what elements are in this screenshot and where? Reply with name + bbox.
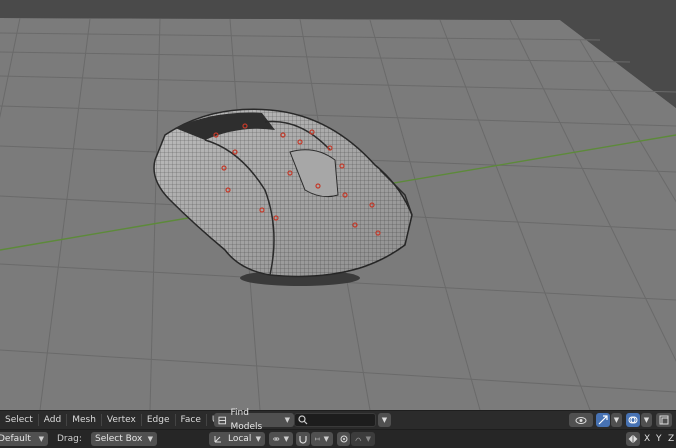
menu-face[interactable]: Face: [176, 412, 206, 428]
find-models-dropdown[interactable]: Find Models ▼: [214, 408, 294, 432]
overlays-icon: [628, 416, 638, 424]
drag-label: Drag:: [57, 434, 82, 444]
axis-y-toggle[interactable]: Y: [656, 432, 662, 446]
snap-element-dropdown[interactable]: ▼: [311, 432, 333, 446]
viewport-visibility-button[interactable]: [569, 413, 593, 427]
menu-vertex[interactable]: Vertex: [102, 412, 141, 428]
drag-dropdown[interactable]: Select Box ▼: [91, 432, 157, 446]
gizmo-icon: [598, 415, 608, 425]
chevron-down-icon: ▼: [255, 435, 261, 443]
axis-orientation-icon: [214, 436, 221, 443]
editor-header: Select Add Mesh Vertex Edge Face UV Find…: [0, 408, 676, 432]
snap-target-dropdown[interactable]: ▼: [269, 432, 293, 446]
link-icon: [273, 437, 280, 441]
chevron-down-icon: ▼: [283, 435, 289, 443]
chevron-down-icon: ▼: [38, 435, 44, 443]
menu-edge[interactable]: Edge: [142, 412, 175, 428]
search-input[interactable]: [294, 413, 376, 427]
falloff-dropdown[interactable]: ▼: [351, 432, 375, 446]
drag-value: Select Box: [95, 434, 143, 444]
3d-viewport[interactable]: [0, 0, 676, 448]
proportional-editing-button[interactable]: [337, 432, 350, 446]
xray-toggle-button[interactable]: [656, 413, 672, 427]
falloff-curve-icon: [355, 437, 362, 442]
menu-add[interactable]: Add: [39, 412, 66, 428]
gizmo-toggle-button[interactable]: [596, 413, 610, 427]
gizmo-options-button[interactable]: ▼: [611, 413, 622, 427]
menu-select[interactable]: Select: [0, 412, 38, 428]
axis-z-toggle[interactable]: Z: [668, 432, 674, 446]
chevron-down-icon: ▼: [323, 435, 329, 443]
mirror-toggle-button[interactable]: [626, 432, 640, 446]
chevron-down-icon: ▼: [643, 416, 650, 424]
mirror-icon: [628, 435, 638, 443]
chevron-down-icon: ▼: [381, 416, 388, 424]
overlays-toggle-button[interactable]: [626, 413, 640, 427]
xray-icon: [659, 415, 669, 425]
chevron-down-icon: ▼: [284, 416, 290, 424]
overlays-options-button[interactable]: ▼: [641, 413, 652, 427]
snapping-toggle-button[interactable]: [296, 432, 310, 446]
chevron-down-icon: ▼: [365, 435, 371, 443]
search-options-button[interactable]: ▼: [378, 413, 391, 427]
eye-icon: [575, 416, 587, 424]
menu-mesh[interactable]: Mesh: [67, 412, 101, 428]
orientation-dropdown[interactable]: Default ▼: [0, 432, 48, 446]
chevron-down-icon: ▼: [613, 416, 620, 424]
transform-orientation-dropdown[interactable]: Local ▼: [209, 432, 265, 446]
axis-x-toggle[interactable]: X: [644, 432, 650, 446]
chevron-down-icon: ▼: [147, 435, 153, 443]
orientation-label: Default: [0, 434, 31, 444]
tool-settings-bar: Default ▼ Drag: Select Box ▼ Local ▼ ▼ ▼…: [0, 429, 676, 448]
proportional-editing-icon: [340, 435, 347, 443]
search-icon: [298, 415, 308, 425]
models-icon: [218, 416, 227, 424]
transform-orientation-value: Local: [228, 434, 252, 444]
snap-magnet-icon: [299, 436, 307, 444]
